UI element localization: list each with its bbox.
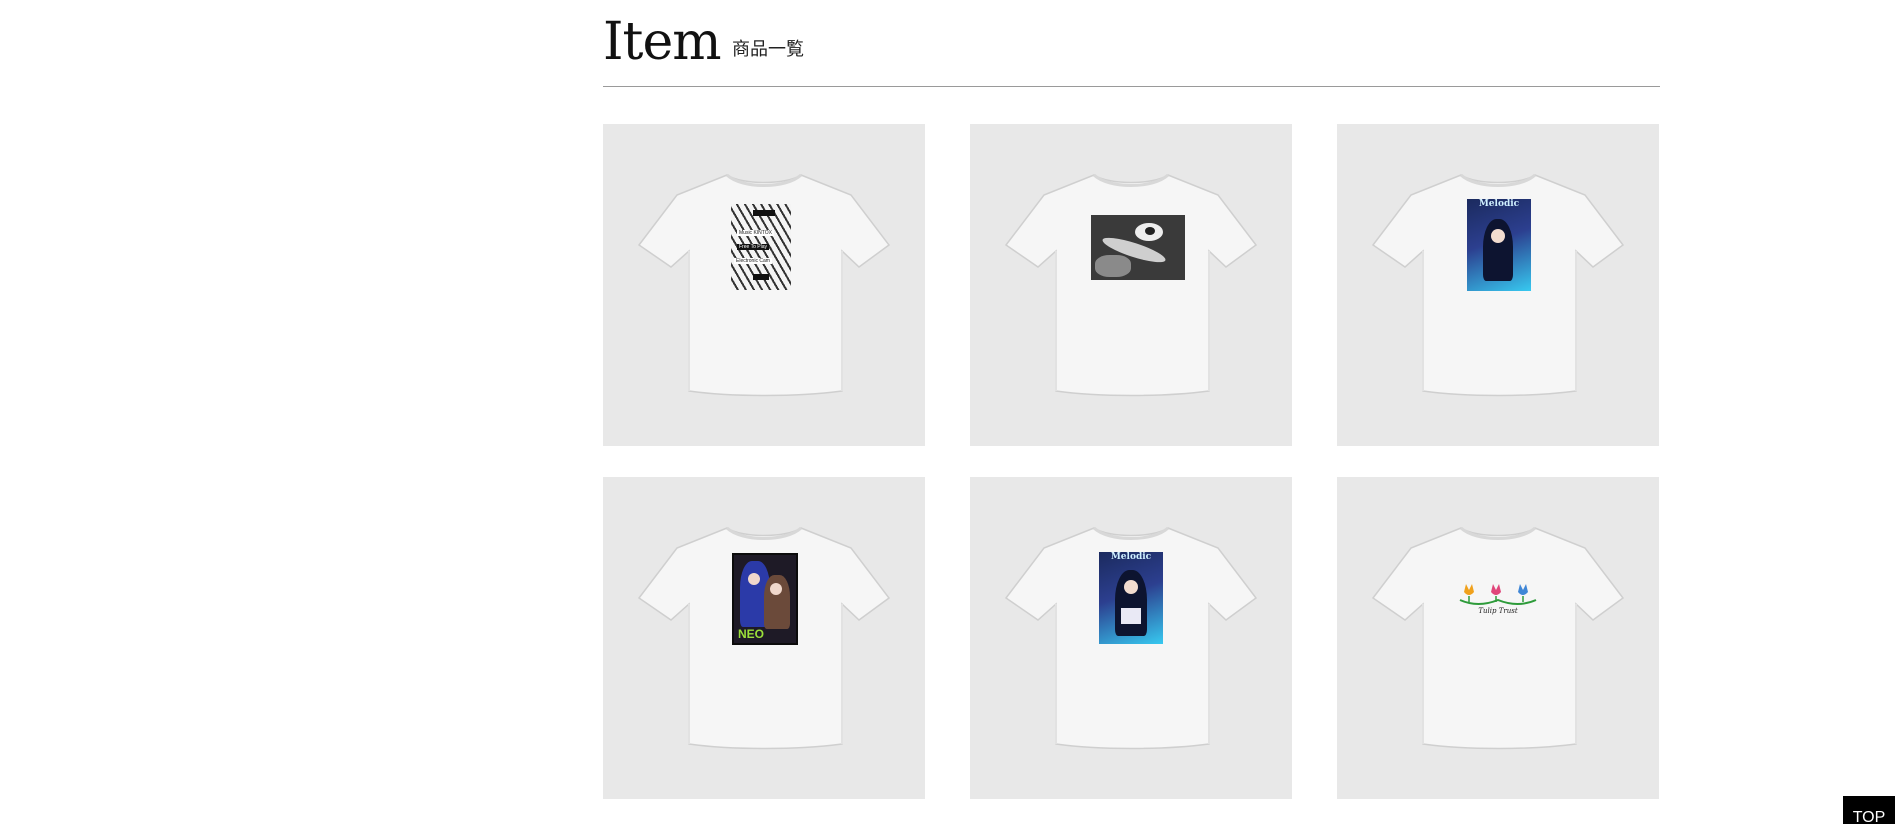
product-print-image: Music KINTOX Free To Play Electronic Cam [731, 204, 791, 290]
print-block [753, 210, 775, 216]
tulip-logo-image [1459, 584, 1537, 605]
product-print-image [1091, 215, 1185, 280]
print-text: NEO [738, 627, 765, 641]
back-to-top-button[interactable]: TOP [1843, 796, 1895, 826]
product-print-image: Melodic [1099, 552, 1163, 644]
product-tile[interactable]: NEO [603, 477, 925, 799]
product-print-image: NEO [732, 553, 798, 645]
product-tile[interactable]: Melodic [970, 477, 1292, 799]
tshirt-image [1371, 516, 1625, 750]
print-character-dress [1121, 608, 1141, 624]
page-heading: Item 商品一覧 [603, 0, 1660, 87]
print-character-face [748, 573, 760, 585]
product-print-image: Melodic [1467, 199, 1531, 291]
print-line: Free To Play [737, 244, 769, 250]
product-tile[interactable]: Tulip Trust [1337, 477, 1659, 799]
print-art-shape [1095, 255, 1131, 277]
print-line: Music KINTOX [737, 230, 774, 236]
page-subtitle: 商品一覧 [732, 39, 804, 59]
print-text: Melodic [1110, 552, 1152, 562]
product-tile[interactable]: Music KINTOX Free To Play Electronic Cam [603, 124, 925, 446]
main-content: Item 商品一覧 Music KINTOX Free To Play Elec… [603, 0, 1660, 799]
print-block [753, 274, 769, 280]
print-character-face [770, 583, 782, 595]
print-text: Tulip Trust [1478, 607, 1518, 615]
print-art-shape [1145, 227, 1155, 235]
tshirt-image [1004, 163, 1258, 397]
product-tile[interactable]: Melodic [1337, 124, 1659, 446]
print-character-face [1124, 580, 1138, 594]
print-text: Melodic [1478, 199, 1520, 209]
page-title: Item [603, 12, 722, 72]
product-grid: Music KINTOX Free To Play Electronic Cam… [603, 124, 1660, 799]
print-character-face [1491, 229, 1505, 243]
print-line: Electronic Cam [734, 258, 772, 264]
product-tile[interactable] [970, 124, 1292, 446]
